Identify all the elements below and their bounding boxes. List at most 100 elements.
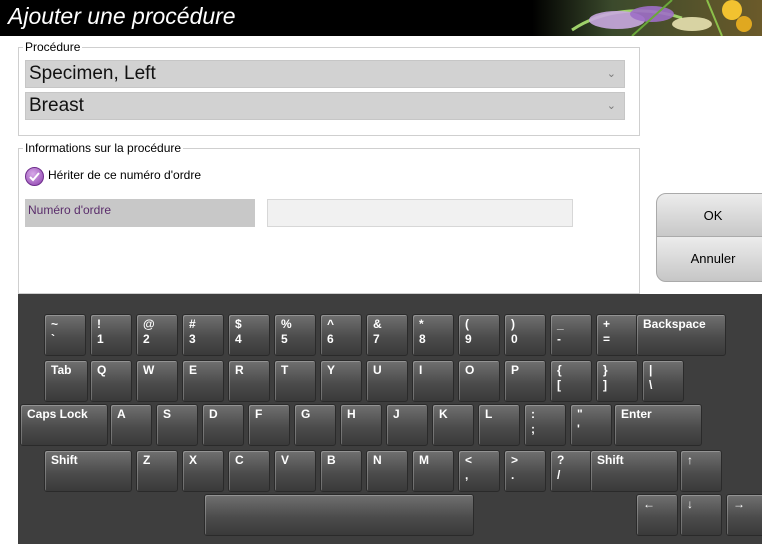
key-enter[interactable]: Enter [614,404,702,446]
key-top-label: " [577,407,583,421]
key-u[interactable]: U [366,360,408,402]
key-top-label: ! [97,317,101,331]
key-row4-9[interactable]: >. [504,450,546,492]
key-q[interactable]: Q [90,360,132,402]
key-top-label: ( [465,317,469,331]
key-x[interactable]: X [182,450,224,492]
key-n[interactable]: N [366,450,408,492]
key-top-label: + [603,317,611,331]
key-shift[interactable]: Shift [590,450,678,492]
procedure-select[interactable]: Specimen, Left ⌄ [25,60,625,88]
key-row1-3[interactable]: #3 [182,314,224,356]
key-k[interactable]: K [432,404,474,446]
key-y[interactable]: Y [320,360,362,402]
key-top-label: C [235,453,244,467]
key-bottom-label: = [603,332,611,346]
key-c[interactable]: C [228,450,270,492]
key-h[interactable]: H [340,404,382,446]
key-top-label: Enter [621,407,652,421]
key-bottom-label: 5 [281,332,288,346]
key-space[interactable] [204,494,474,536]
key-t[interactable]: T [274,360,316,402]
key-row1-12[interactable]: + = [596,314,638,356]
key-j[interactable]: J [386,404,428,446]
key-row1-5[interactable]: % 5 [274,314,316,356]
key-shift[interactable]: Shift [44,450,132,492]
key-i[interactable]: I [412,360,454,402]
key-l[interactable]: L [478,404,520,446]
key-row5-3[interactable]: → [726,494,762,536]
key-row1-0[interactable]: ~ ` [44,314,86,356]
key-s[interactable]: S [156,404,198,446]
key-top-label: ) [511,317,515,331]
on-screen-keyboard: ~ `! 1 @2 #3 $4% 5 ^ 6 & 7 * 8(9) 0 _ - + = Backspace Tab Q W… [18,294,762,544]
key-z[interactable]: Z [136,450,178,492]
key-row4-10[interactable]: ? / [550,450,592,492]
key-row1-4[interactable]: $4 [228,314,270,356]
key-tab[interactable]: Tab [44,360,88,402]
key-backspace[interactable]: Backspace [636,314,726,356]
key-top-label: R [235,363,244,377]
key-top-label: Shift [597,453,624,467]
key-top-label: N [373,453,382,467]
key-row1-10[interactable]: ) 0 [504,314,546,356]
key-g[interactable]: G [294,404,336,446]
cancel-button[interactable]: Annuler [656,236,762,282]
key-row5-1[interactable]: ← [636,494,678,536]
key-top-label: O [465,363,475,377]
key-d[interactable]: D [202,404,244,446]
key-b[interactable]: B [320,450,362,492]
key-row2-11[interactable]: {[ [550,360,592,402]
order-number-input[interactable] [267,199,573,227]
laterality-select[interactable]: Breast ⌄ [25,92,625,120]
key-bottom-label: 4 [235,332,242,346]
key-o[interactable]: O [458,360,500,402]
key-top-label: Backspace [643,317,706,331]
key-row1-2[interactable]: @2 [136,314,178,356]
key-top-label: $ [235,317,242,331]
key-bottom-label: . [511,468,515,482]
key-row4-12[interactable]: ↑ [680,450,722,492]
key-e[interactable]: E [182,360,224,402]
key-top-label: } [603,363,608,377]
key-v[interactable]: V [274,450,316,492]
laterality-select-value: Breast [29,95,84,116]
key-top-label: E [189,363,198,377]
key-row1-6[interactable]: ^ 6 [320,314,362,356]
key-top-label: M [419,453,429,467]
key-p[interactable]: P [504,360,546,402]
key-a[interactable]: A [110,404,152,446]
key-top-label: J [393,407,400,421]
key-bottom-label: ` [51,332,55,346]
key-row4-8[interactable]: <, [458,450,500,492]
key-top-label: H [347,407,356,421]
ok-button[interactable]: OK [656,193,762,239]
key-row1-1[interactable]: ! 1 [90,314,132,356]
key-row2-12[interactable]: }] [596,360,638,402]
key-row5-2[interactable]: ↓ [680,494,722,536]
inherit-order-label: Hériter de ce numéro d'ordre [48,168,202,182]
key-f[interactable]: F [248,404,290,446]
key-row1-11[interactable]: _ - [550,314,592,356]
procedure-legend: Procédure [25,40,81,54]
key-w[interactable]: W [136,360,178,402]
key-r[interactable]: R [228,360,270,402]
key-row2-13[interactable]: | \ [642,360,684,402]
key-row1-8[interactable]: * 8 [412,314,454,356]
chevron-down-icon: ⌄ [606,100,616,112]
key-top-label: ← [643,497,655,511]
key-top-label: @ [143,317,155,331]
key-row1-9[interactable]: (9 [458,314,500,356]
key-row3-11[interactable]: " ' [570,404,612,446]
key-bottom-label: 1 [97,332,104,346]
key-bottom-label: [ [557,378,561,392]
key-row3-10[interactable]: :; [524,404,566,446]
key-top-label: K [439,407,448,421]
key-top-label: U [373,363,382,377]
key-top-label: < [465,453,473,467]
procedure-select-value: Specimen, Left [29,63,156,84]
inherit-order-checkbox[interactable] [25,167,44,186]
key-row1-7[interactable]: & 7 [366,314,408,356]
key-m[interactable]: M [412,450,454,492]
key-caps-lock[interactable]: Caps Lock [20,404,108,446]
